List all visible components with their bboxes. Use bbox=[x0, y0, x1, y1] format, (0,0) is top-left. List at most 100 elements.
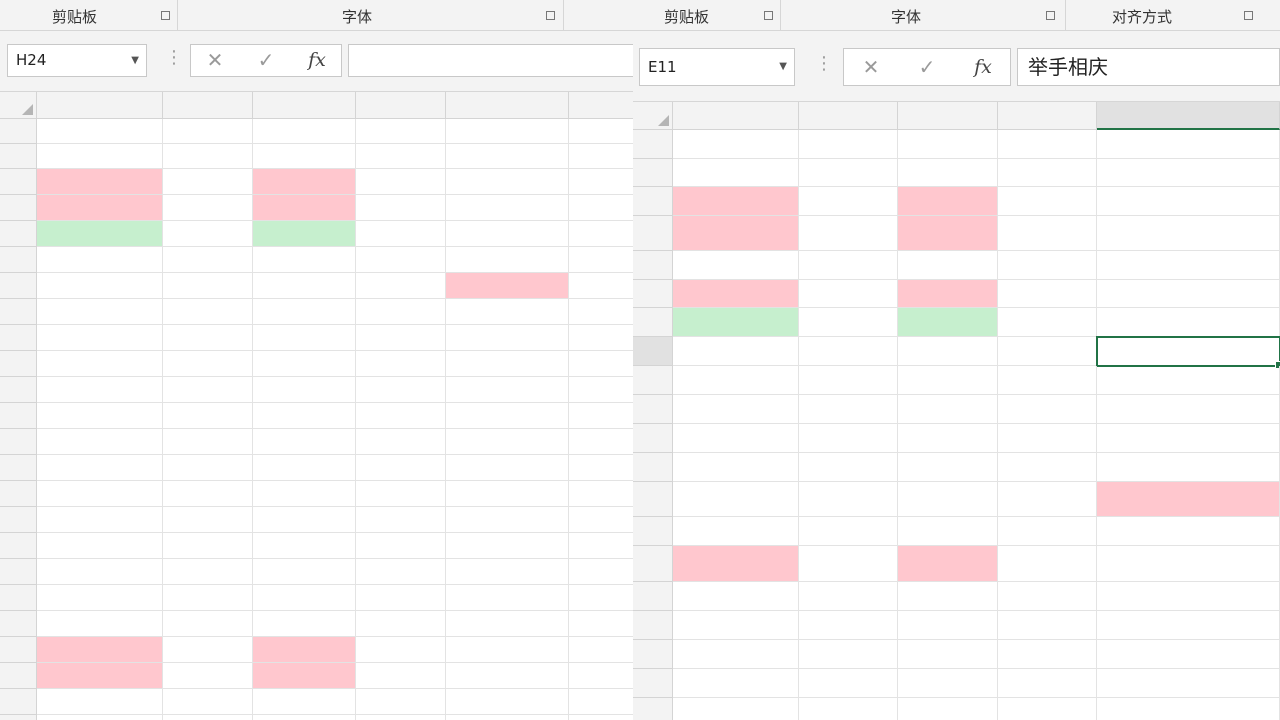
cell[interactable] bbox=[569, 403, 633, 429]
cell-server-list[interactable] bbox=[1097, 366, 1280, 395]
cell-score[interactable] bbox=[898, 482, 998, 517]
row-header-24[interactable] bbox=[0, 637, 37, 663]
cell-server-list[interactable] bbox=[1097, 546, 1280, 582]
formula-input[interactable]: 举手相庆 bbox=[1017, 48, 1280, 86]
drag-handle-icon[interactable]: ⋮ bbox=[815, 55, 833, 73]
cell-server-name[interactable] bbox=[673, 366, 799, 395]
cell-rating[interactable] bbox=[163, 119, 253, 144]
cell[interactable] bbox=[356, 169, 446, 195]
cell[interactable] bbox=[356, 221, 446, 247]
cell-server-list[interactable] bbox=[446, 611, 569, 637]
cell[interactable] bbox=[998, 251, 1097, 280]
cell-rating[interactable] bbox=[163, 663, 253, 689]
cell-server-name[interactable] bbox=[673, 424, 799, 453]
cell[interactable] bbox=[569, 689, 633, 715]
cell-rating[interactable] bbox=[799, 517, 898, 546]
cell-rating[interactable] bbox=[163, 585, 253, 611]
cell-score[interactable] bbox=[898, 159, 998, 187]
cell-server-list[interactable] bbox=[1097, 669, 1280, 698]
row-header-20[interactable] bbox=[0, 533, 37, 559]
cell-server-name[interactable] bbox=[673, 337, 799, 366]
column-header-D[interactable] bbox=[356, 92, 446, 119]
cell-score[interactable] bbox=[253, 195, 356, 221]
cell[interactable] bbox=[356, 119, 446, 144]
cell-server-list[interactable] bbox=[1097, 640, 1280, 669]
cell-server-name[interactable] bbox=[673, 546, 799, 582]
column-header-B[interactable] bbox=[799, 102, 898, 130]
cell-score[interactable] bbox=[253, 403, 356, 429]
row-header-12[interactable] bbox=[633, 366, 673, 395]
cell-rating[interactable] bbox=[163, 247, 253, 273]
cell-server-list[interactable] bbox=[446, 663, 569, 689]
cell-rating[interactable] bbox=[163, 637, 253, 663]
cell-server-name[interactable] bbox=[673, 251, 799, 280]
cell[interactable] bbox=[356, 585, 446, 611]
cell[interactable] bbox=[998, 453, 1097, 482]
cell-server-name[interactable] bbox=[673, 395, 799, 424]
cell-score[interactable] bbox=[898, 187, 998, 216]
cell-score[interactable] bbox=[898, 698, 998, 720]
cell-server-name[interactable] bbox=[673, 582, 799, 611]
row-header-10[interactable] bbox=[633, 308, 673, 337]
cell[interactable] bbox=[998, 366, 1097, 395]
row-header-7[interactable] bbox=[633, 216, 673, 251]
cell-rating[interactable] bbox=[799, 482, 898, 517]
cell[interactable] bbox=[998, 308, 1097, 337]
cell-rating[interactable] bbox=[799, 187, 898, 216]
cell-server-name[interactable] bbox=[37, 533, 163, 559]
cell[interactable] bbox=[569, 299, 633, 325]
cell[interactable] bbox=[569, 247, 633, 273]
cell-server-list[interactable] bbox=[446, 221, 569, 247]
row-header-11[interactable] bbox=[633, 337, 673, 366]
cell[interactable] bbox=[569, 429, 633, 455]
cell-score[interactable] bbox=[253, 351, 356, 377]
cell-rating[interactable] bbox=[163, 351, 253, 377]
cell[interactable] bbox=[569, 273, 633, 299]
cell-server-name[interactable] bbox=[673, 698, 799, 720]
cell[interactable] bbox=[998, 669, 1097, 698]
cell-score[interactable] bbox=[898, 611, 998, 640]
cell-server-name[interactable] bbox=[37, 507, 163, 533]
cell-server-list[interactable] bbox=[446, 169, 569, 195]
cell-server-list[interactable] bbox=[1097, 482, 1280, 517]
cell[interactable] bbox=[998, 517, 1097, 546]
row-header-5[interactable] bbox=[0, 144, 37, 169]
cell-score[interactable] bbox=[253, 689, 356, 715]
cell[interactable] bbox=[569, 611, 633, 637]
row-header-25[interactable] bbox=[0, 663, 37, 689]
cell-server-list[interactable] bbox=[446, 559, 569, 585]
font-launcher-icon[interactable] bbox=[1046, 11, 1055, 20]
row-header-12[interactable] bbox=[0, 325, 37, 351]
cell[interactable] bbox=[356, 455, 446, 481]
cell-rating[interactable] bbox=[163, 144, 253, 169]
cell-server-list[interactable] bbox=[1097, 337, 1280, 366]
cell[interactable] bbox=[356, 351, 446, 377]
row-header-19[interactable] bbox=[0, 507, 37, 533]
column-header-E[interactable] bbox=[1097, 102, 1280, 130]
cell-score[interactable] bbox=[898, 251, 998, 280]
cell[interactable] bbox=[356, 195, 446, 221]
enter-check-icon[interactable]: ✓ bbox=[254, 45, 278, 76]
cell-server-name[interactable] bbox=[37, 195, 163, 221]
chevron-down-icon[interactable]: ▼ bbox=[131, 45, 139, 76]
cell-score[interactable] bbox=[253, 611, 356, 637]
cell-server-list[interactable] bbox=[1097, 698, 1280, 720]
cell-score[interactable] bbox=[253, 715, 356, 720]
cell-server-list[interactable] bbox=[1097, 582, 1280, 611]
cancel-icon[interactable]: ✕ bbox=[203, 45, 227, 76]
cell-server-list[interactable] bbox=[446, 403, 569, 429]
select-all-corner[interactable] bbox=[633, 102, 673, 130]
cell-score[interactable] bbox=[253, 637, 356, 663]
cell-server-list[interactable] bbox=[446, 351, 569, 377]
cell-rating[interactable] bbox=[163, 325, 253, 351]
cell-rating[interactable] bbox=[163, 507, 253, 533]
row-header-17[interactable] bbox=[0, 455, 37, 481]
cell[interactable] bbox=[998, 424, 1097, 453]
cell-rating[interactable] bbox=[799, 251, 898, 280]
cell-score[interactable] bbox=[898, 517, 998, 546]
row-header-15[interactable] bbox=[633, 453, 673, 482]
cell[interactable] bbox=[569, 585, 633, 611]
cell-score[interactable] bbox=[898, 546, 998, 582]
cell[interactable] bbox=[356, 507, 446, 533]
name-box[interactable]: H24 ▼ bbox=[7, 44, 147, 77]
